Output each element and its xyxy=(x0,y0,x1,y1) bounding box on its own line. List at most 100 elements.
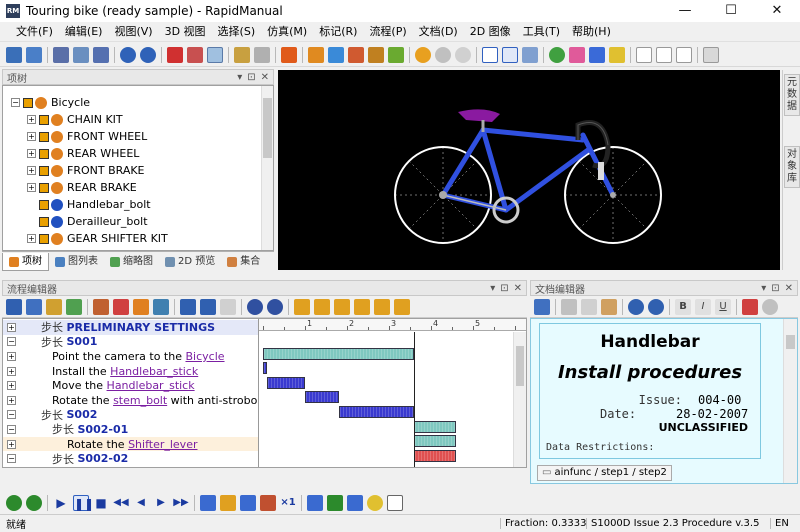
menu-process[interactable]: 流程(P) xyxy=(363,22,412,42)
publish-icon[interactable] xyxy=(260,495,276,511)
fit-icon[interactable] xyxy=(307,495,323,511)
visibility-checkbox[interactable] xyxy=(39,165,49,176)
new-step-icon[interactable] xyxy=(6,298,22,315)
tab-2d-preview[interactable]: 2D 预览 xyxy=(159,253,221,271)
gantt-bar[interactable] xyxy=(414,420,457,433)
paste-icon[interactable] xyxy=(676,46,692,63)
filter-icon[interactable] xyxy=(153,298,169,315)
visibility-checkbox[interactable] xyxy=(39,233,49,244)
zoom-in-icon[interactable] xyxy=(247,298,263,315)
tree-item-derailleur-bolt[interactable]: Derailleur_bolt xyxy=(3,213,273,230)
redo-icon[interactable] xyxy=(140,46,156,63)
shrink-icon[interactable] xyxy=(394,298,410,315)
save-all-icon[interactable] xyxy=(53,46,69,63)
explode-icon[interactable] xyxy=(234,46,250,63)
pointer-icon[interactable] xyxy=(482,46,498,63)
export-video-icon[interactable] xyxy=(240,495,256,511)
dock-icon[interactable]: ⊡ xyxy=(500,283,508,294)
tree-item-rear-brake[interactable]: + REAR BRAKE xyxy=(3,179,273,196)
menu-view[interactable]: 视图(V) xyxy=(108,22,158,42)
menu-markup[interactable]: 标记(R) xyxy=(313,22,363,42)
tab-metadata[interactable]: 元数据 xyxy=(784,74,800,116)
delete-icon[interactable] xyxy=(167,46,183,63)
tree-item-chain-kit[interactable]: + CHAIN KIT xyxy=(3,111,273,128)
list-style-icon[interactable] xyxy=(742,298,758,315)
flow-row[interactable]: + Move the Handlebar_stick xyxy=(3,378,258,393)
hide-icon[interactable] xyxy=(207,46,223,63)
visibility-checkbox[interactable] xyxy=(39,114,49,125)
flow-row[interactable]: − 步长 S002-02 xyxy=(3,451,258,466)
tree-item-bicycle[interactable]: − Bicycle xyxy=(3,94,273,111)
rewind-icon[interactable]: ◀◀ xyxy=(113,495,129,511)
add-action-icon[interactable] xyxy=(66,298,82,315)
flow-row[interactable]: − 步长 S002-01 xyxy=(3,422,258,437)
stretch-icon[interactable] xyxy=(374,298,390,315)
pause-icon[interactable]: ❚❚ xyxy=(73,495,94,511)
maximize-button[interactable]: ☐ xyxy=(708,0,754,22)
new-icon[interactable] xyxy=(6,46,22,63)
menu-document[interactable]: 文档(D) xyxy=(413,22,464,42)
3d-viewport[interactable] xyxy=(278,70,780,270)
tab-collection[interactable]: 集合 xyxy=(221,253,266,271)
minimize-button[interactable]: — xyxy=(662,0,708,22)
gantt-scrollbar[interactable] xyxy=(513,332,526,467)
copy-step-icon[interactable] xyxy=(26,298,42,315)
expand-icon[interactable] xyxy=(347,495,363,511)
undo-icon[interactable] xyxy=(628,298,644,315)
layout-icon[interactable] xyxy=(636,46,652,63)
distribute-icon[interactable] xyxy=(354,298,370,315)
step-back-icon[interactable]: ◀ xyxy=(133,495,149,511)
gantt-bar[interactable] xyxy=(263,362,268,375)
pointer-tool-icon[interactable] xyxy=(327,495,343,511)
flow-row-selected[interactable]: + Rotate the Shifter_lever xyxy=(3,436,258,452)
loop-icon[interactable] xyxy=(26,495,42,511)
zoom-fit-icon[interactable] xyxy=(549,46,565,63)
timeline-cursor[interactable] xyxy=(414,332,416,467)
path-icon[interactable] xyxy=(388,46,404,63)
menu-simulate[interactable]: 仿真(M) xyxy=(261,22,313,42)
select-parts-icon[interactable] xyxy=(522,46,538,63)
align-center-icon[interactable] xyxy=(334,298,350,315)
tab-project-tree[interactable]: 项树 xyxy=(2,253,49,271)
tree-item-rear-wheel[interactable]: + REAR WHEEL xyxy=(3,145,273,162)
style-icon[interactable] xyxy=(762,298,778,315)
assembly-icon[interactable] xyxy=(308,46,324,63)
refresh-icon[interactable] xyxy=(6,495,22,511)
menu-help[interactable]: 帮助(H) xyxy=(566,22,617,42)
gantt-bar[interactable] xyxy=(305,391,339,404)
dock-icon[interactable]: ⊡ xyxy=(771,283,779,294)
panel-close-icon[interactable]: ✕ xyxy=(261,72,269,83)
highlight-icon[interactable] xyxy=(133,298,149,315)
fast-forward-icon[interactable]: ▶▶ xyxy=(173,495,189,511)
zoom-out-icon[interactable] xyxy=(267,298,283,315)
visibility-checkbox[interactable] xyxy=(23,97,33,108)
tools-icon[interactable] xyxy=(368,46,384,63)
zoom-icon[interactable] xyxy=(367,495,383,511)
redo-icon[interactable] xyxy=(648,298,664,315)
fx-icon[interactable] xyxy=(187,46,203,63)
pin-icon[interactable]: ▾ xyxy=(237,72,242,83)
menu-select[interactable]: 选择(S) xyxy=(212,22,262,42)
save-doc-icon[interactable] xyxy=(534,298,550,315)
menu-tools[interactable]: 工具(T) xyxy=(517,22,566,42)
bold-icon[interactable]: B xyxy=(675,298,691,315)
visibility-checkbox[interactable] xyxy=(39,199,49,210)
export-icon[interactable] xyxy=(93,46,109,63)
flow-row[interactable]: − 步长 S002 xyxy=(3,408,258,423)
visibility-checkbox[interactable] xyxy=(39,182,49,193)
tab-thumbnails[interactable]: 缩略图 xyxy=(104,253,159,271)
copy-icon[interactable] xyxy=(656,46,672,63)
underline-icon[interactable]: U xyxy=(715,298,731,315)
paste-icon[interactable] xyxy=(601,298,617,315)
save-icon[interactable] xyxy=(26,46,42,63)
view-options-icon[interactable] xyxy=(703,46,719,63)
reset-icon[interactable] xyxy=(281,46,297,63)
print-icon[interactable] xyxy=(73,46,89,63)
menu-file[interactable]: 文件(F) xyxy=(10,22,59,42)
doc-scrollbar[interactable] xyxy=(783,319,797,483)
flow-row[interactable]: + 步长 PRELIMINARY SETTINGS xyxy=(3,320,258,335)
stop-icon[interactable]: ■ xyxy=(93,495,109,511)
edit-icon[interactable] xyxy=(93,298,109,315)
gantt-bar[interactable] xyxy=(267,376,305,389)
gantt-timeline[interactable]: 1 2 3 4 5 xyxy=(258,319,526,467)
